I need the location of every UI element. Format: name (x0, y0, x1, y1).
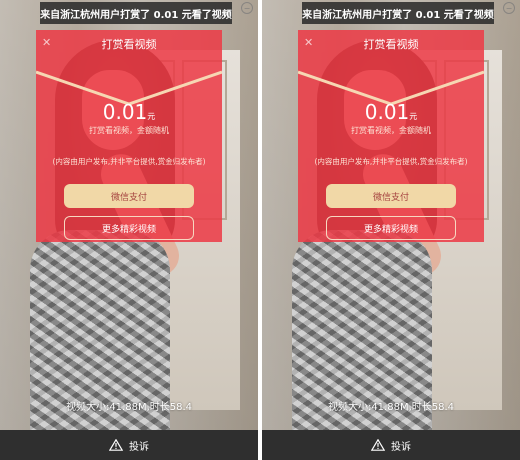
modal-title: 打赏看视频 (101, 38, 157, 51)
warning-icon (109, 439, 123, 451)
close-icon[interactable]: − (241, 2, 253, 14)
close-icon[interactable]: − (503, 2, 515, 14)
tip-toast: 来自浙江杭州用户打赏了 0.01 元看了视频 (302, 2, 494, 24)
tip-toast: 来自浙江杭州用户打赏了 0.01 元看了视频 (40, 2, 232, 24)
report-bar[interactable]: 投诉 (262, 430, 520, 460)
amount-unit: 元 (409, 112, 418, 121)
reward-modal: ✕ 打赏看视频 0.01元 打赏看视频，金额随机 (内容由用户发布,并非平台提供… (36, 30, 222, 242)
amount-value: 0.01 (364, 100, 410, 124)
report-bar[interactable]: 投诉 (0, 430, 258, 460)
report-label[interactable]: 投诉 (391, 438, 411, 453)
reward-amount: 0.01元 (298, 100, 484, 124)
modal-subtitle: 打赏看视频，金额随机 (89, 126, 169, 135)
modal-notice: (内容由用户发布,并非平台提供,赏金归发布者) (52, 157, 206, 166)
screen-right: 来自浙江杭州用户打赏了 0.01 元看了视频 − ✕ 打赏看视频 0.01元 打… (262, 0, 520, 460)
amount-value: 0.01 (102, 100, 148, 124)
wechat-pay-button[interactable]: 微信支付 (64, 184, 194, 208)
amount-unit: 元 (147, 112, 156, 121)
screen-left: 来自浙江杭州用户打赏了 0.01 元看了视频 − ✕ 打赏看视频 0.01元 打… (0, 0, 258, 460)
report-label[interactable]: 投诉 (129, 438, 149, 453)
video-info: 视频大小:41.88M,时长58.4 (327, 402, 455, 413)
modal-subtitle: 打赏看视频，金额随机 (351, 126, 431, 135)
more-videos-button[interactable]: 更多精彩视频 (64, 216, 194, 240)
modal-title: 打赏看视频 (363, 38, 419, 51)
reward-modal: ✕ 打赏看视频 0.01元 打赏看视频，金额随机 (内容由用户发布,并非平台提供… (298, 30, 484, 242)
wechat-pay-button[interactable]: 微信支付 (326, 184, 456, 208)
warning-icon (371, 439, 385, 451)
more-videos-button[interactable]: 更多精彩视频 (326, 216, 456, 240)
modal-notice: (内容由用户发布,并非平台提供,赏金归发布者) (314, 157, 468, 166)
video-info: 视频大小:41.88M,时长58.4 (65, 402, 193, 413)
reward-amount: 0.01元 (36, 100, 222, 124)
